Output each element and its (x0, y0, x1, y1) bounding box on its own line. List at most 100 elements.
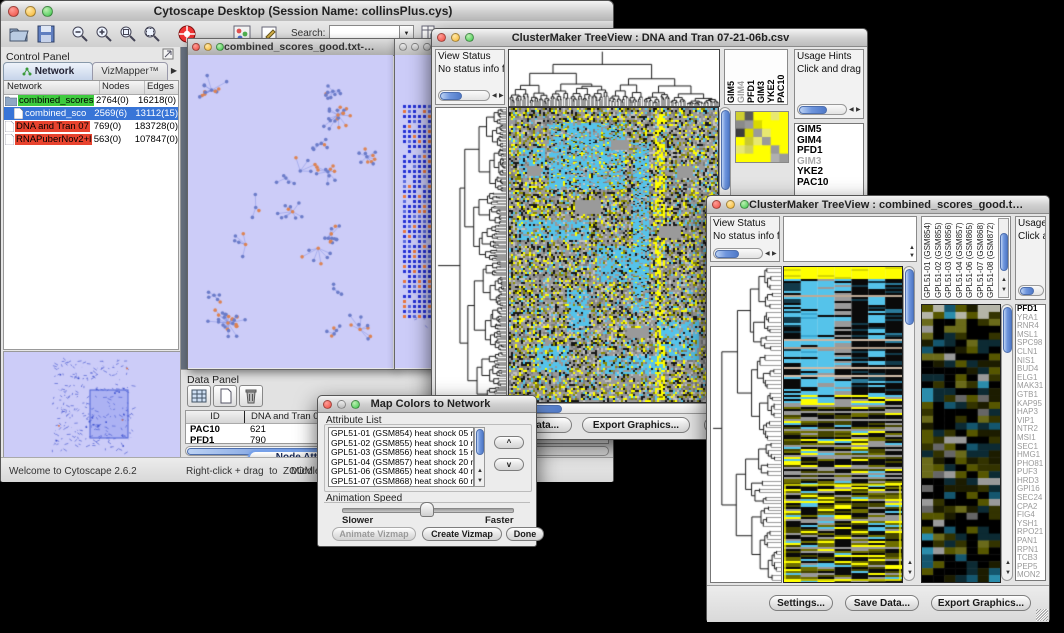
scroll-left-arrow[interactable]: ◀ (492, 93, 497, 99)
attribute-list-scrollbar[interactable]: ▲ ▼ (474, 427, 485, 487)
col-network[interactable]: Network (4, 81, 100, 94)
scroll-right-arrow[interactable]: ▶ (499, 93, 504, 99)
column-label[interactable]: GIM3 (756, 51, 766, 103)
minimize-button[interactable] (337, 400, 346, 409)
gene-list-item[interactable]: GIM5 (797, 125, 861, 136)
network-row-dna-tran[interactable]: DNA and Tran 07 769(0) 183728(0) (4, 120, 178, 133)
close-button[interactable] (399, 43, 407, 51)
tab-vizmapper[interactable]: VizMapper™ (92, 62, 168, 81)
network-overview-minimap[interactable] (3, 351, 181, 459)
open-session-icon[interactable] (9, 25, 29, 43)
column-label[interactable]: PFD1 (746, 51, 756, 103)
scroll-thumb[interactable] (1020, 287, 1034, 295)
minimize-button[interactable] (451, 33, 460, 42)
zoom-button[interactable] (216, 43, 224, 51)
network-row-rnapuber[interactable]: RNAPuberNov2+l 563(0) 107847(0) (4, 133, 178, 146)
treeview1-titlebar[interactable]: ClusterMaker TreeView : DNA and Tran 07-… (432, 29, 867, 47)
scroll-thumb[interactable] (476, 429, 484, 455)
zoom-button[interactable] (42, 6, 53, 17)
column-label[interactable]: GIM5 (726, 51, 736, 103)
tv2-export-graphics-button[interactable]: Export Graphics... (931, 595, 1031, 611)
column-label[interactable]: GPL51-08 (GSM872) (986, 218, 997, 298)
zoom-button[interactable] (465, 33, 474, 42)
zoom-button[interactable] (740, 200, 749, 209)
column-label[interactable]: GPL51-06 (GSM865) (965, 218, 976, 298)
close-button[interactable] (323, 400, 332, 409)
create-vizmap-button[interactable]: Create Vizmap (422, 527, 502, 541)
column-label[interactable]: GPL51-01 (GSM854) (923, 218, 934, 298)
save-session-icon[interactable] (37, 25, 55, 43)
gene-list-item[interactable]: MON2 (1017, 571, 1044, 580)
scroll-up-arrow[interactable]: ▲ (1005, 560, 1011, 566)
main-titlebar[interactable]: Cytoscape Desktop (Session Name: collins… (1, 1, 613, 22)
column-label[interactable]: GIM4 (736, 51, 746, 103)
tv1-heatmap-hscrollbar[interactable] (508, 403, 718, 414)
column-label[interactable]: GPL51-07 (GSM868) (976, 218, 987, 298)
scroll-right-arrow[interactable]: ▶ (856, 107, 861, 113)
column-label[interactable]: PAC10 (776, 51, 786, 103)
scroll-thumb[interactable] (799, 106, 827, 114)
scroll-thumb[interactable] (721, 110, 730, 190)
minimize-button[interactable] (411, 43, 419, 51)
tv2-heatmap-vscrollbar[interactable]: ▲ ▼ (903, 266, 915, 581)
tv1-status-scrollbar[interactable] (438, 90, 490, 101)
close-button[interactable] (192, 43, 200, 51)
scroll-up-arrow[interactable]: ▲ (1001, 277, 1007, 283)
gene-list-item[interactable]: PAC10 (797, 178, 861, 189)
scroll-right-arrow[interactable]: ▶ (772, 251, 777, 257)
tv1-column-dendrogram[interactable] (508, 49, 720, 107)
move-down-button[interactable]: v (494, 458, 524, 471)
tv2-save-data-button[interactable]: Save Data... (845, 595, 919, 611)
scroll-left-arrow[interactable]: ◀ (765, 251, 770, 257)
tab-overflow-button[interactable]: ▶ (168, 64, 180, 78)
minimize-button[interactable] (25, 6, 36, 17)
scroll-thumb[interactable] (715, 250, 739, 258)
zoom-selected-icon[interactable] (119, 25, 137, 43)
scroll-up-arrow[interactable]: ▲ (477, 468, 483, 474)
network-row-combined-sco[interactable]: combined_sco 2569(6) 13112(15) (4, 107, 178, 120)
network-row-combined-scores[interactable]: combined_scores 2764(0) 16218(0) (4, 94, 178, 107)
close-button[interactable] (712, 200, 721, 209)
column-label[interactable]: GPL51-04 (GSM857) (955, 218, 966, 298)
tv1-heatmap[interactable] (508, 107, 719, 403)
move-up-button[interactable]: ^ (494, 436, 524, 449)
column-label[interactable]: GPL51-03 (GSM856) (944, 218, 955, 298)
tv2-status-scrollbar[interactable] (713, 248, 763, 259)
col-nodes[interactable]: Nodes (100, 81, 145, 94)
scroll-up-arrow[interactable]: ▲ (909, 245, 915, 251)
tab-network[interactable]: Network (3, 62, 93, 81)
tv1-row-dendrogram[interactable] (435, 107, 507, 403)
close-button[interactable] (8, 6, 19, 17)
tv2-labels-scrollbar[interactable]: ▲ ▼ (998, 218, 1009, 298)
scroll-down-arrow[interactable]: ▼ (909, 253, 915, 259)
scroll-thumb[interactable] (1003, 307, 1012, 353)
tv2-row-dendrogram[interactable] (710, 266, 782, 583)
close-button[interactable] (437, 33, 446, 42)
done-button[interactable]: Done (506, 527, 544, 541)
scroll-left-arrow[interactable]: ◀ (849, 107, 854, 113)
scroll-thumb[interactable] (440, 92, 462, 100)
col-edges[interactable]: Edges (145, 81, 178, 94)
minimize-button[interactable] (726, 200, 735, 209)
scroll-down-arrow[interactable]: ▼ (1005, 570, 1011, 576)
column-label[interactable]: GPL51-02 (GSM855) (934, 218, 945, 298)
tv2-settings-button[interactable]: Settings... (769, 595, 833, 611)
scroll-thumb[interactable] (1000, 233, 1008, 271)
tv2-usage-scrollbar[interactable] (1018, 285, 1044, 296)
id-column-header[interactable]: ID (186, 411, 245, 423)
network-canvas-1[interactable] (188, 55, 393, 368)
delete-attribute-icon[interactable] (239, 385, 263, 407)
select-attributes-icon[interactable] (187, 385, 211, 407)
scroll-down-arrow[interactable]: ▼ (1001, 287, 1007, 293)
zoom-in-icon[interactable] (95, 25, 113, 43)
tv2-zoom-heatmap[interactable] (921, 304, 1001, 583)
animate-vizmap-button[interactable]: Animate Vizmap (332, 527, 416, 541)
scroll-down-arrow[interactable]: ▼ (907, 570, 913, 576)
tv1-zoom-matrix[interactable] (735, 111, 789, 163)
frame1-titlebar[interactable]: combined_scores_good.txt--cluste... (188, 39, 395, 56)
tv2-zoom-vscrollbar[interactable]: ▲ ▼ (1001, 304, 1013, 581)
tv2-heatmap[interactable] (783, 266, 903, 583)
gene-list-item[interactable]: YKE2 (797, 167, 861, 178)
new-attribute-icon[interactable] (213, 385, 237, 407)
scroll-down-arrow[interactable]: ▼ (477, 478, 483, 484)
